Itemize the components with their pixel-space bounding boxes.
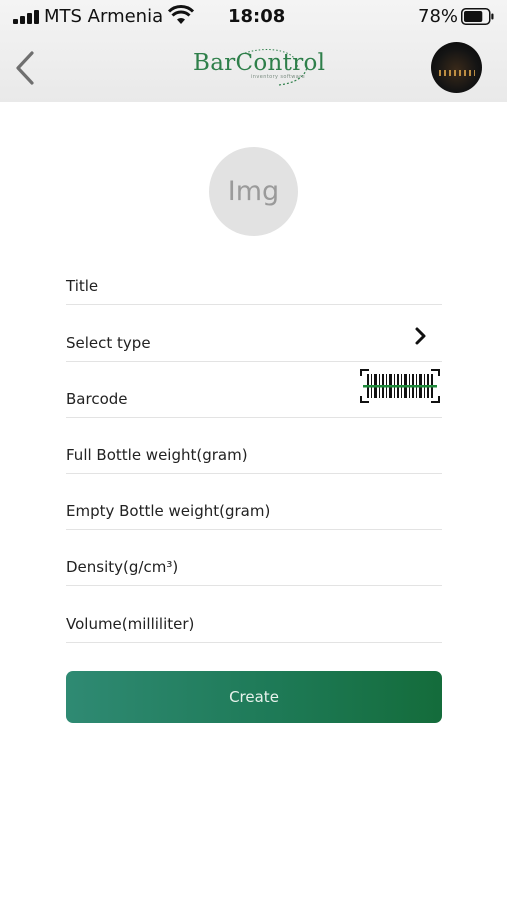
volume-field[interactable]: Volume(milliliter) bbox=[66, 587, 442, 643]
empty-bottle-weight-field[interactable]: Empty Bottle weight(gram) bbox=[66, 474, 442, 530]
volume-label: Volume(milliliter) bbox=[66, 615, 195, 633]
barcode-scan-icon[interactable] bbox=[360, 369, 440, 403]
select-type-field[interactable]: Select type bbox=[66, 306, 442, 362]
status-time: 18:08 bbox=[228, 6, 286, 27]
user-avatar[interactable] bbox=[431, 42, 482, 93]
logo-wordmark: BarControl bbox=[193, 50, 326, 76]
barcode-label: Barcode bbox=[66, 390, 128, 408]
barcode-field[interactable]: Barcode bbox=[66, 362, 442, 418]
title-field[interactable]: Title bbox=[66, 249, 442, 305]
full-bottle-weight-label: Full Bottle weight(gram) bbox=[66, 446, 248, 464]
status-bar: MTS Armenia 18:08 78% bbox=[0, 0, 507, 34]
density-field[interactable]: Density(g/cm³) bbox=[66, 530, 442, 586]
battery-percent: 78% bbox=[418, 6, 459, 27]
logo-tagline: inventory software bbox=[251, 74, 306, 80]
carrier-name: MTS Armenia bbox=[44, 6, 164, 27]
chevron-right-icon[interactable] bbox=[414, 326, 428, 346]
signal-icon bbox=[13, 10, 41, 24]
barcontrol-logo: BarControl inventory software bbox=[193, 47, 326, 89]
avatar-city-lights bbox=[439, 70, 475, 76]
wifi-icon bbox=[168, 5, 194, 24]
empty-bottle-weight-label: Empty Bottle weight(gram) bbox=[66, 502, 271, 520]
density-label: Density(g/cm³) bbox=[66, 558, 179, 576]
image-picker[interactable]: Img bbox=[209, 147, 298, 236]
image-placeholder-text: Img bbox=[227, 176, 280, 207]
title-label: Title bbox=[66, 277, 99, 295]
full-bottle-weight-field[interactable]: Full Bottle weight(gram) bbox=[66, 418, 442, 474]
battery-icon bbox=[461, 8, 494, 25]
create-button[interactable]: Create bbox=[66, 671, 442, 723]
back-chevron-icon[interactable] bbox=[10, 48, 42, 88]
select-type-label: Select type bbox=[66, 334, 151, 352]
